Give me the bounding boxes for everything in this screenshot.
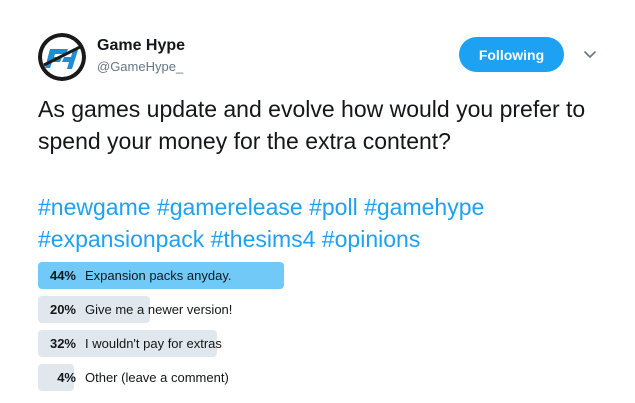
poll-option: 32% I wouldn't pay for extras [38,330,598,357]
poll-option: 20% Give me a newer version! [38,296,598,323]
hashtag-link[interactable]: #gamehype [364,194,484,220]
poll-option-label: Expansion packs anyday. [85,268,232,283]
tweet-menu-button[interactable] [580,45,600,65]
hashtag-link[interactable]: #newgame [38,194,151,220]
hashtag-link[interactable]: #expansionpack [38,226,204,252]
hashtag-list: #newgame #gamerelease #poll #gamehype #e… [38,191,618,255]
poll-option-label: Give me a newer version! [85,302,233,317]
poll-option: 4% Other (leave a comment) [38,364,598,391]
poll-option: 44% Expansion packs anyday. [38,262,598,289]
chevron-down-icon [584,51,596,58]
poll-option-label: I wouldn't pay for extras [85,336,222,351]
tweet-card: Game Hype @GameHype_ Following As games … [0,0,635,403]
author-handle[interactable]: @GameHype_ [97,59,183,74]
hashtag-link[interactable]: #poll [309,194,358,220]
hashtag-link[interactable]: #thesims4 [211,226,316,252]
poll-option-label: Other (leave a comment) [85,370,229,385]
following-button[interactable]: Following [459,37,564,72]
hashtag-link[interactable]: #opinions [322,226,420,252]
hashtag-link[interactable]: #gamerelease [157,194,303,220]
poll-percent: 32% [49,336,76,351]
author-display-name[interactable]: Game Hype [97,37,185,55]
game-hype-logo-icon [38,33,86,81]
poll-percent: 20% [49,302,76,317]
poll-percent: 44% [49,268,76,283]
poll-percent: 4% [57,370,76,385]
tweet-text: As games update and evolve how would you… [38,96,586,154]
avatar[interactable] [38,33,86,81]
poll: 44% Expansion packs anyday. 20% Give me … [38,262,598,398]
